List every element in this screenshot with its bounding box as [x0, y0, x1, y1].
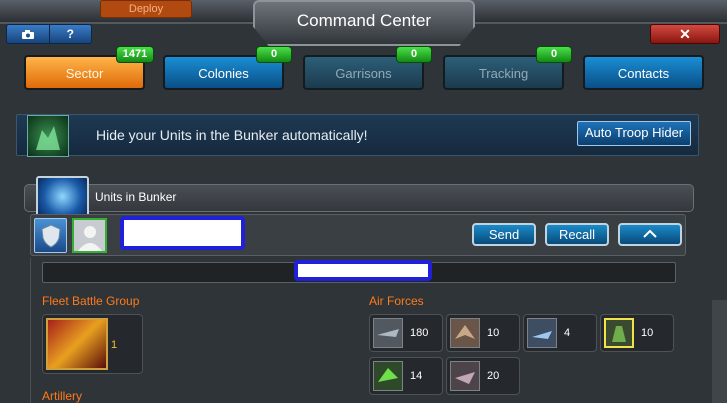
- banner-text: Hide your Units in the Bunker automatica…: [96, 127, 368, 143]
- tab-label: Colonies: [198, 66, 249, 81]
- air-unit-card[interactable]: 180: [369, 314, 443, 352]
- section-title-air: Air Forces: [369, 294, 424, 308]
- shield-button[interactable]: [34, 218, 67, 253]
- unit-count: 14: [410, 370, 423, 382]
- bunker-icon: [36, 176, 89, 217]
- unit-count: 1: [111, 339, 118, 351]
- unit-count: 10: [641, 327, 654, 339]
- scrollbar[interactable]: [712, 300, 727, 403]
- section-title-artillery: Artillery: [42, 389, 83, 403]
- air-unit-card[interactable]: 10: [446, 314, 520, 352]
- fleet-ship-icon: [46, 318, 108, 370]
- unit-count: 20: [487, 370, 500, 382]
- shield-icon: [40, 223, 61, 248]
- air-unit-card[interactable]: 4: [523, 314, 597, 352]
- collapse-button[interactable]: [618, 223, 682, 246]
- drone-icon: [450, 361, 480, 391]
- section-title-fleet: Fleet Battle Group: [42, 294, 140, 308]
- tab-label: Contacts: [617, 66, 670, 81]
- tab-label: Sector: [65, 66, 104, 81]
- tab-sector-badge: 1471: [116, 46, 154, 63]
- window-title: Command Center: [296, 11, 432, 30]
- recall-button[interactable]: Recall: [545, 223, 609, 246]
- bomber-icon: [450, 318, 480, 348]
- fighter-jet-icon: [373, 318, 403, 348]
- air-unit-card[interactable]: 14: [369, 357, 443, 395]
- camera-button[interactable]: [7, 25, 50, 43]
- unit-count: 10: [487, 327, 500, 339]
- troop-icon: [27, 115, 69, 157]
- avatar[interactable]: [72, 218, 107, 253]
- tab-label: Tracking: [478, 66, 529, 81]
- sector-name-field[interactable]: [294, 260, 432, 281]
- unit-count: 4: [564, 327, 571, 339]
- utility-buttons: ?: [6, 24, 92, 44]
- user-silhouette-icon: [77, 226, 102, 251]
- background-deploy-button[interactable]: Deploy: [100, 0, 192, 18]
- player-name-field[interactable]: [120, 216, 245, 250]
- close-button[interactable]: ✕: [650, 24, 720, 44]
- gunship-icon: [527, 318, 557, 348]
- tab-contacts[interactable]: Contacts: [583, 55, 704, 90]
- tab-colonies-badge: 0: [256, 46, 292, 63]
- mech-aircraft-icon: [604, 318, 634, 348]
- tab-tracking-badge: 0: [536, 46, 572, 63]
- fleet-unit-card[interactable]: 1: [42, 314, 143, 374]
- air-unit-card[interactable]: 20: [446, 357, 520, 395]
- tab-garrisons-badge: 0: [396, 46, 432, 63]
- command-center-window: Deploy Command Center ? ✕ Sector 1471 Co…: [0, 0, 727, 403]
- camera-icon: [21, 29, 34, 39]
- bunker-label: Units in Bunker: [95, 190, 177, 204]
- send-button[interactable]: Send: [472, 223, 536, 246]
- auto-troop-hider-button[interactable]: Auto Troop Hider: [577, 121, 691, 146]
- unit-count: 180: [410, 327, 429, 339]
- green-jet-icon: [373, 361, 403, 391]
- air-unit-card[interactable]: 10: [600, 314, 674, 352]
- chevron-up-icon: [643, 229, 657, 238]
- tab-label: Garrisons: [335, 66, 392, 81]
- help-button[interactable]: ?: [50, 25, 92, 43]
- title-plate: Command Center: [253, 0, 475, 46]
